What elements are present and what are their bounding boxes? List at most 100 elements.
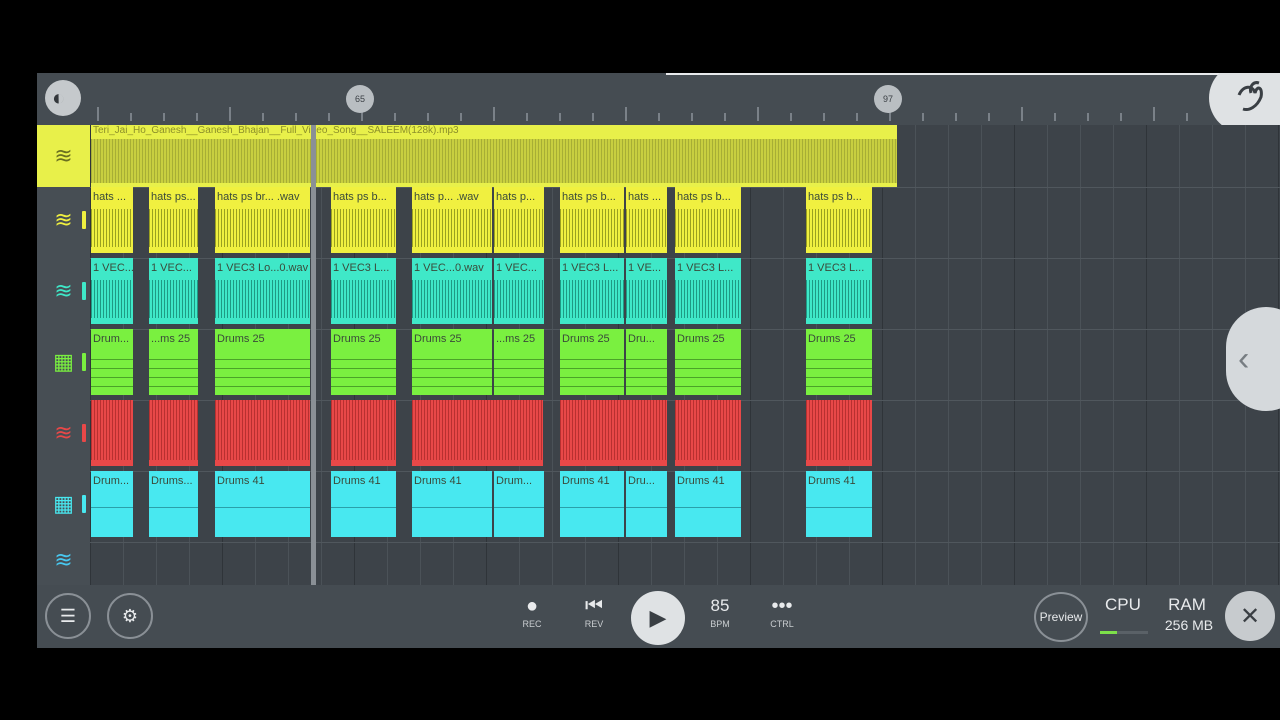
clip-red[interactable] (149, 400, 198, 466)
clip-hats[interactable]: hats ps... (149, 187, 198, 253)
clip-label: Drums 41 (217, 475, 265, 487)
clip-content (331, 351, 396, 389)
clip-content (215, 351, 310, 389)
clip-red[interactable] (215, 400, 310, 466)
ruler-tick (1021, 107, 1023, 121)
time-marker-65[interactable]: 65 (346, 85, 374, 113)
clip-drums25[interactable]: Drums 25 (412, 329, 492, 395)
clip-red[interactable] (675, 400, 741, 466)
clip-hats[interactable]: hats ... (91, 187, 133, 253)
clip-drums25[interactable]: Drums 25 (675, 329, 741, 395)
ruler-tick (856, 113, 858, 121)
clip-hats[interactable]: hats ps b... (331, 187, 396, 253)
close-button[interactable]: ✕ (1225, 591, 1275, 641)
track-header-drums25[interactable]: ▦ (37, 329, 90, 395)
clip-drums25[interactable]: ...ms 25 (149, 329, 198, 395)
clip-drums25[interactable]: Dru... (626, 329, 667, 395)
clip-vec[interactable]: 1 VEC3 L... (560, 258, 624, 324)
preview-button[interactable]: Preview (1034, 592, 1088, 642)
clip-drums25[interactable]: Drums 25 (331, 329, 396, 395)
track-header-empty[interactable]: ≋ (37, 535, 90, 585)
clip-drums41[interactable]: Dru... (626, 471, 667, 537)
clip-drums41[interactable]: Drum... (494, 471, 544, 537)
clip-hats[interactable]: hats ps b... (560, 187, 624, 253)
play-button[interactable]: ▶ (631, 591, 685, 645)
ctrl-button[interactable]: ••• CTRL (757, 593, 807, 629)
track-header-vec[interactable]: ≋ (37, 258, 90, 324)
clip-label: 1 VEC3 L... (333, 262, 390, 274)
track-header-drums41[interactable]: ▦ (37, 471, 90, 537)
clip-vec[interactable]: 1 VEC... (91, 258, 133, 324)
audio-clip[interactable]: Teri_Jai_Ho_Ganesh__Ganesh_Bhajan__Full_… (91, 125, 897, 187)
clip-hats[interactable]: hats p... (494, 187, 544, 253)
clip-drums25[interactable]: Drums 25 (215, 329, 310, 395)
audio-track-header[interactable]: ≋ (37, 125, 90, 187)
ruler-tick (262, 113, 264, 121)
clip-vec[interactable]: 1 VEC... (494, 258, 544, 324)
clip-hats[interactable]: hats ps br... .wav (215, 187, 310, 253)
settings-button[interactable]: ⚙ (107, 593, 153, 639)
fl-fruit-logo-icon[interactable] (1209, 73, 1280, 133)
tempo-control[interactable]: 85 BPM (695, 593, 745, 629)
clip-drums41[interactable]: Drums 41 (412, 471, 492, 537)
clip-red[interactable] (806, 400, 872, 466)
mixer-button[interactable]: ☰ (45, 593, 91, 639)
clip-drums25[interactable]: Drum... (91, 329, 133, 395)
clip-drums41[interactable]: Drum... (91, 471, 133, 537)
track-header-hats[interactable]: ≋ (37, 187, 90, 253)
clip-drums41[interactable]: Drums 41 (560, 471, 624, 537)
record-button[interactable]: ● REC (507, 593, 557, 629)
clip-content (215, 209, 310, 247)
clip-drums25[interactable]: Drums 25 (806, 329, 872, 395)
clip-vec[interactable]: 1 VEC3 L... (806, 258, 872, 324)
bpm-label: BPM (710, 619, 730, 629)
audio-waveform (91, 139, 897, 183)
fl-menu-button[interactable]: ◐ (45, 80, 81, 116)
clip-content (91, 493, 133, 531)
clip-vec[interactable]: 1 VEC3 Lo...0.wav (215, 258, 310, 324)
clip-drums25[interactable]: Drums 25 (560, 329, 624, 395)
clip-red[interactable] (560, 400, 667, 466)
clip-vec[interactable]: 1 VEC3 L... (675, 258, 741, 324)
clip-label: Drum... (93, 475, 130, 487)
clip-content (675, 400, 741, 460)
clip-hats[interactable]: hats ps b... (806, 187, 872, 253)
clip-hats[interactable]: hats ... (626, 187, 667, 253)
track-header-red[interactable]: ≋ (37, 400, 90, 466)
clip-vec[interactable]: 1 VEC... (149, 258, 198, 324)
clip-label: Drums 25 (677, 333, 725, 345)
clip-drums41[interactable]: Drums 41 (675, 471, 741, 537)
clip-content (806, 209, 872, 247)
ruler-tick (1087, 113, 1089, 121)
clip-red[interactable] (412, 400, 543, 466)
clip-content (331, 493, 396, 531)
time-marker-97[interactable]: 97 (874, 85, 902, 113)
playlist-window: ◐ 65 97 ≋ ≋ ▦ ≋ ▦ ≋ ≋ Teri_Jai_Ho_Ganesh__Gan… (37, 73, 1280, 648)
ruler-tick (394, 113, 396, 121)
clip-red[interactable] (331, 400, 396, 466)
clip-drums41[interactable]: Drums 41 (215, 471, 310, 537)
clip-red[interactable] (91, 400, 133, 466)
grid-line (1146, 125, 1147, 585)
rewind-label: REV (584, 619, 604, 629)
grid-line (1014, 125, 1015, 585)
clip-vec[interactable]: 1 VE... (626, 258, 667, 324)
clip-label: hats p... .wav (414, 191, 479, 203)
grid-line (915, 125, 916, 585)
ram-label: RAM (1168, 595, 1206, 614)
clip-drums41[interactable]: Drums 41 (331, 471, 396, 537)
clip-label: 1 VEC3 L... (562, 262, 619, 274)
clip-drums25[interactable]: ...ms 25 (494, 329, 544, 395)
timeline-ruler[interactable] (89, 73, 1280, 125)
collapse-panel-button[interactable]: ‹ (1226, 307, 1280, 411)
clip-vec[interactable]: 1 VEC3 L... (331, 258, 396, 324)
clip-vec[interactable]: 1 VEC...0.wav (412, 258, 492, 324)
clip-content (806, 280, 872, 318)
clip-hats[interactable]: hats ps b... (675, 187, 741, 253)
clip-drums41[interactable]: Drums... (149, 471, 198, 537)
clip-hats[interactable]: hats p... .wav (412, 187, 492, 253)
ruler-tick (130, 113, 132, 121)
playhead[interactable] (311, 125, 316, 585)
rewind-button[interactable]: ⏮ REV (569, 593, 619, 629)
clip-drums41[interactable]: Drums 41 (806, 471, 872, 537)
